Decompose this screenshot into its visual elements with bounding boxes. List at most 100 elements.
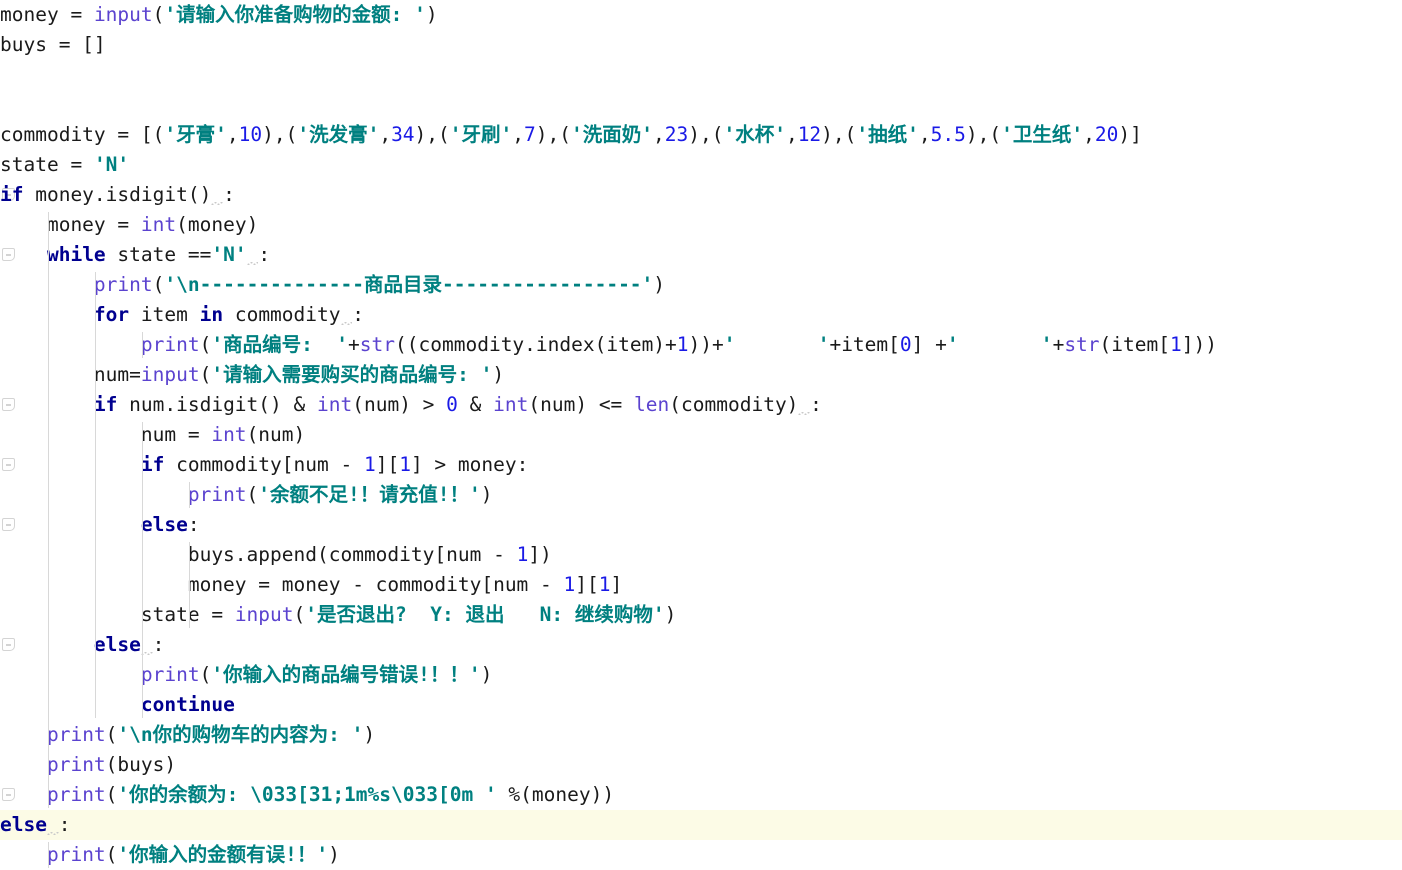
code-line[interactable]: print('你输入的金额有误!！') (0, 840, 1402, 870)
code-line[interactable]: print('商品编号: '+str((commodity.index(item… (0, 330, 1402, 360)
code-line[interactable]: buys.append(commodity[num - 1]) (0, 540, 1402, 570)
code-token: while (46, 243, 106, 266)
code-line[interactable]: else : (0, 810, 1402, 840)
code-token: commodity[num - (164, 453, 364, 476)
code-line[interactable]: num=input('请输入需要购买的商品编号: ') (0, 360, 1402, 390)
code-token (47, 813, 59, 836)
code-line[interactable]: continue (0, 690, 1402, 720)
code-line[interactable]: money = money - commodity[num - 1][1] (0, 570, 1402, 600)
code-token: 1 (399, 453, 411, 476)
code-token: buys (0, 33, 59, 56)
code-line[interactable]: if money.isdigit() : (0, 180, 1402, 210)
code-line[interactable]: state = input('是否退出? Y: 退出 N: 继续购物') (0, 600, 1402, 630)
code-token: for (93, 303, 130, 326)
code-token: input (234, 603, 294, 626)
code-line[interactable]: while state =='N' : (0, 240, 1402, 270)
code-token: '你输入的金额有误!！' (117, 843, 329, 866)
code-content[interactable]: money = input('请输入你准备购物的金额: ') buys = [] … (0, 0, 1402, 870)
code-line[interactable]: else : (0, 630, 1402, 660)
code-token (247, 243, 259, 266)
code-line[interactable]: money = input('请输入你准备购物的金额: ') (0, 0, 1402, 30)
code-token: = [( (117, 123, 165, 146)
code-token: 1 (1170, 333, 1182, 356)
code-token: --------------商品目录-----------------' (199, 273, 654, 296)
code-line[interactable]: for item in commodity : (0, 300, 1402, 330)
code-token: ( (152, 273, 165, 296)
code-token: ] > money: (410, 453, 529, 476)
code-token: ( (105, 723, 118, 746)
code-token: in (199, 303, 224, 326)
code-line[interactable] (0, 90, 1402, 120)
code-token: , (379, 123, 392, 146)
code-line[interactable]: print(buys) (0, 750, 1402, 780)
code-token: print (46, 753, 106, 776)
code-token: '牙膏' (164, 123, 227, 146)
code-line[interactable]: if num.isdigit() & int(num) > 0 & int(nu… (0, 390, 1402, 420)
code-token: print (140, 663, 200, 686)
code-line[interactable]: num = int(num) (0, 420, 1402, 450)
code-token: = (70, 3, 94, 26)
code-line[interactable]: commodity = [('牙膏',10),('洗发膏',34),('牙刷',… (0, 120, 1402, 150)
code-token: money.isdigit() (23, 183, 212, 206)
code-token: buys.append(commodity[num - (0, 543, 517, 566)
code-token: print (46, 723, 106, 746)
code-token: ] (610, 573, 623, 596)
code-line[interactable]: state = 'N' (0, 150, 1402, 180)
code-line[interactable]: if commodity[num - 1][1] > money: (0, 450, 1402, 480)
code-token: '水杯' (723, 123, 786, 146)
code-editor[interactable]: money = input('请输入你准备购物的金额: ') buys = [] … (0, 0, 1402, 868)
indent-guide (141, 332, 143, 358)
code-token: 5.5 (930, 123, 966, 146)
code-token: : (152, 633, 165, 656)
code-token: str (359, 333, 396, 356)
code-token: , (1083, 123, 1095, 146)
code-token: , (785, 123, 798, 146)
code-token: ' ' (946, 333, 1053, 356)
code-token: ),( (965, 123, 1002, 146)
code-token: = (117, 213, 141, 236)
indent-guide (141, 422, 143, 718)
code-token: 'N' (211, 243, 247, 266)
code-token: '\n (164, 273, 200, 296)
code-token: ( (105, 843, 118, 866)
code-token: if (140, 453, 165, 476)
code-token: 0 (446, 393, 458, 416)
code-token: ) (480, 663, 493, 686)
code-token (341, 303, 353, 326)
code-line[interactable]: else: (0, 510, 1402, 540)
code-token: ) (480, 483, 493, 506)
code-token: ( (293, 603, 306, 626)
code-token: '商品编号: ' (211, 333, 349, 356)
code-token: int (493, 393, 529, 416)
code-token: %(money)) (496, 783, 615, 806)
code-token: ] + (911, 333, 947, 356)
code-line[interactable]: money = int(money) (0, 210, 1402, 240)
code-token: ),( (821, 123, 857, 146)
code-token: ' ' (723, 333, 830, 356)
code-token: commodity (223, 303, 341, 326)
code-token: : (258, 243, 271, 266)
code-token: 23 (664, 123, 689, 146)
code-token: state (0, 603, 212, 626)
code-line[interactable] (0, 60, 1402, 90)
code-token: = [] (58, 33, 106, 56)
code-line[interactable]: print('余额不足!！请充值!！') (0, 480, 1402, 510)
code-line[interactable]: print('你的余额为: \033[31;1m%s\033[0m ' %(mo… (0, 780, 1402, 810)
code-token: ) (492, 363, 505, 386)
code-token: 0 (899, 333, 912, 356)
indent-guide (47, 212, 49, 808)
code-line[interactable]: print('\n你的购物车的内容为: ') (0, 720, 1402, 750)
code-line[interactable]: print('\n--------------商品目录-------------… (0, 270, 1402, 300)
code-token: = (187, 423, 212, 446)
code-line[interactable]: buys = [] (0, 30, 1402, 60)
code-token: ( (199, 333, 212, 356)
code-token: ) (328, 843, 340, 866)
code-token: '余额不足!！请充值!！' (258, 483, 481, 506)
code-line[interactable]: print('你输入的商品编号错误!！！') (0, 660, 1402, 690)
code-token: 10 (238, 123, 263, 146)
indent-guide (188, 542, 190, 628)
